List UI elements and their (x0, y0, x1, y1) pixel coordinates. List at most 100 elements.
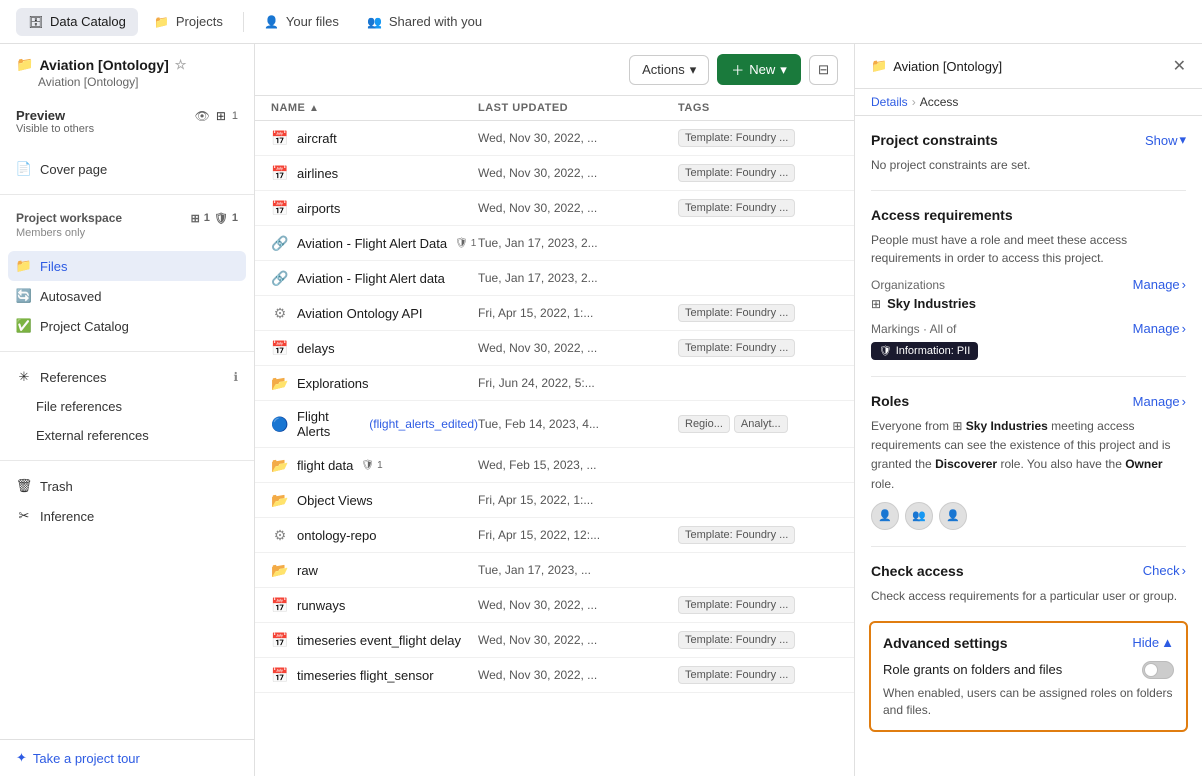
eye-icon[interactable]: 👁 (195, 109, 210, 123)
app-container: 🗄 Data Catalog 📁 Projects 👤 Your files 👥… (0, 0, 1202, 776)
table-row[interactable]: 📅 airports Wed, Nov 30, 2022, ... Templa… (255, 191, 854, 226)
role-avatar-3[interactable]: 👤 (939, 502, 967, 530)
inference-icon: ✂ (16, 508, 32, 524)
workspace-count2: 1 (232, 212, 238, 224)
table-row[interactable]: 📅 timeseries flight_sensor Wed, Nov 30, … (255, 658, 854, 693)
markings-manage-button[interactable]: Manage › (1133, 321, 1186, 336)
nav-tab-projects[interactable]: 📁 Projects (142, 8, 235, 36)
check-chevron-icon: › (1182, 563, 1186, 578)
table-row[interactable]: 🔵 Flight Alerts (flight_alerts_edited) T… (255, 401, 854, 448)
actions-label: Actions (642, 62, 685, 77)
view-toggle-button[interactable]: ⊟ (809, 55, 838, 85)
table-icon: ⊞ (216, 109, 226, 123)
file-type-icon: ⚙ (271, 526, 289, 544)
check-access-button[interactable]: Check › (1143, 563, 1186, 578)
sidebar-item-files[interactable]: 📁 Files (8, 251, 246, 281)
marking-badge: 🛡 Information: PII (871, 342, 978, 360)
owner-role: Owner (1125, 457, 1162, 471)
constraints-show-button[interactable]: Show ▾ (1145, 132, 1186, 148)
roles-manage-button[interactable]: Manage › (1133, 394, 1186, 409)
role-avatars: 👤 👥 👤 (871, 502, 1186, 530)
take-tour-link[interactable]: ✦ Take a project tour (0, 739, 254, 776)
constraints-title: Project constraints (871, 132, 998, 148)
plus-icon: ＋ (731, 60, 744, 79)
role-avatar-2[interactable]: 👥 (905, 502, 933, 530)
info-icon: ℹ (233, 370, 238, 384)
file-name-text: Flight Alerts (297, 409, 361, 439)
table-row[interactable]: ⚙ ontology-repo Fri, Apr 15, 2022, 12:..… (255, 518, 854, 553)
sidebar-item-autosaved[interactable]: 🔄 Autosaved (8, 281, 246, 311)
sidebar-item-inference[interactable]: ✂ Inference (8, 501, 246, 531)
table-row[interactable]: 🔗 Aviation - Flight Alert Data 🛡1 Tue, J… (255, 226, 854, 261)
table-row[interactable]: 📅 delays Wed, Nov 30, 2022, ... Template… (255, 331, 854, 366)
table-row[interactable]: 📅 aircraft Wed, Nov 30, 2022, ... Templa… (255, 121, 854, 156)
file-name-text: ontology-repo (297, 528, 377, 543)
org-icon: ⊞ (871, 297, 881, 311)
table-row[interactable]: 📂 Explorations Fri, Jun 24, 2022, 5:... (255, 366, 854, 401)
page-icon: ⊞ (191, 212, 200, 225)
cover-page-label: Cover page (40, 162, 238, 177)
table-row[interactable]: ⚙ Aviation Ontology API Fri, Apr 15, 202… (255, 296, 854, 331)
autosaved-icon: 🔄 (16, 288, 32, 304)
file-tags: Template: Foundry ... (678, 339, 838, 357)
nav-divider (243, 12, 244, 32)
tag-item: Template: Foundry ... (678, 199, 795, 217)
role-grants-toggle[interactable] (1142, 661, 1174, 679)
sidebar-item-references[interactable]: ✳ References ℹ (8, 362, 246, 392)
table-row[interactable]: 📂 raw Tue, Jan 17, 2023, ... (255, 553, 854, 588)
new-button[interactable]: ＋ New ▾ (717, 54, 801, 85)
file-name-extra: (flight_alerts_edited) (369, 417, 478, 431)
file-name-text: flight data (297, 458, 353, 473)
file-tags: Regio... Analyt... (678, 415, 838, 433)
file-name-text: delays (297, 341, 335, 356)
sidebar-item-preview[interactable]: Preview 👁 ⊞ 1 Visible to others (8, 101, 246, 146)
check-access-title: Check access (871, 563, 964, 579)
catalog-icon: ✅ (16, 318, 32, 334)
table-row[interactable]: 📅 runways Wed, Nov 30, 2022, ... Templat… (255, 588, 854, 623)
file-updated: Tue, Jan 17, 2023, ... (478, 563, 678, 577)
sidebar-item-cover-page[interactable]: 📄 Cover page (8, 154, 246, 184)
updated-column-header[interactable]: LAST UPDATED (478, 102, 678, 114)
advanced-settings-section: Advanced settings Hide ▲ Role grants on … (869, 621, 1188, 733)
table-row[interactable]: 📅 timeseries event_flight delay Wed, Nov… (255, 623, 854, 658)
close-panel-button[interactable]: ✕ (1173, 56, 1186, 76)
workspace-header: Project workspace ⊞ 1 🛡 1 (8, 205, 246, 227)
toggle-description: When enabled, users can be assigned role… (883, 685, 1174, 719)
nav-tab-shared-with-you[interactable]: 👥 Shared with you (355, 8, 494, 36)
roles-section: Roles Manage › Everyone from ⊞ Sky Indus… (871, 393, 1186, 530)
sidebar-item-project-catalog[interactable]: ✅ Project Catalog (8, 311, 246, 341)
file-name-cell: 🔗 Aviation - Flight Alert Data 🛡1 (271, 234, 478, 252)
data-catalog-icon: 🗄 (28, 14, 44, 30)
table-row[interactable]: 📂 flight data 🛡1 Wed, Feb 15, 2023, ... (255, 448, 854, 483)
tags-column-header[interactable]: TAGS (678, 102, 838, 114)
actions-button[interactable]: Actions ▾ (629, 55, 709, 85)
name-column-header[interactable]: NAME ▲ (271, 102, 478, 114)
file-name-cell: 🔗 Aviation - Flight Alert data (271, 269, 478, 287)
table-row[interactable]: 📅 airlines Wed, Nov 30, 2022, ... Templa… (255, 156, 854, 191)
sidebar-item-trash[interactable]: 🗑 Trash (8, 471, 246, 501)
file-type-icon: 📅 (271, 164, 289, 182)
file-updated: Wed, Nov 30, 2022, ... (478, 598, 678, 612)
star-icon[interactable]: ☆ (175, 57, 187, 73)
table-row[interactable]: 🔗 Aviation - Flight Alert data Tue, Jan … (255, 261, 854, 296)
nav-tab-data-catalog[interactable]: 🗄 Data Catalog (16, 8, 138, 36)
access-text: People must have a role and meet these a… (871, 231, 1186, 267)
roles-org-name: Sky Industries (966, 419, 1048, 433)
org-manage-button[interactable]: Manage › (1133, 277, 1186, 292)
advanced-hide-button[interactable]: Hide ▲ (1132, 635, 1174, 650)
table-row[interactable]: 📂 Object Views Fri, Apr 15, 2022, 1:... (255, 483, 854, 518)
nav-tab-your-files[interactable]: 👤 Your files (252, 8, 351, 36)
file-name-text: runways (297, 598, 345, 613)
role-avatar-1[interactable]: 👤 (871, 502, 899, 530)
sidebar-item-external-references[interactable]: External references (8, 421, 246, 450)
file-type-icon: 📂 (271, 456, 289, 474)
tag-item: Analyt... (734, 415, 788, 433)
file-tags: Template: Foundry ... (678, 666, 838, 684)
file-name-text: timeseries flight_sensor (297, 668, 434, 683)
shared-icon: 👥 (367, 14, 383, 30)
sidebar-item-file-references[interactable]: File references (8, 392, 246, 421)
roles-org-icon: ⊞ (952, 417, 962, 436)
check-access-header: Check access Check › (871, 563, 1186, 579)
breadcrumb: Details › Access (855, 89, 1202, 116)
breadcrumb-details[interactable]: Details (871, 95, 908, 109)
